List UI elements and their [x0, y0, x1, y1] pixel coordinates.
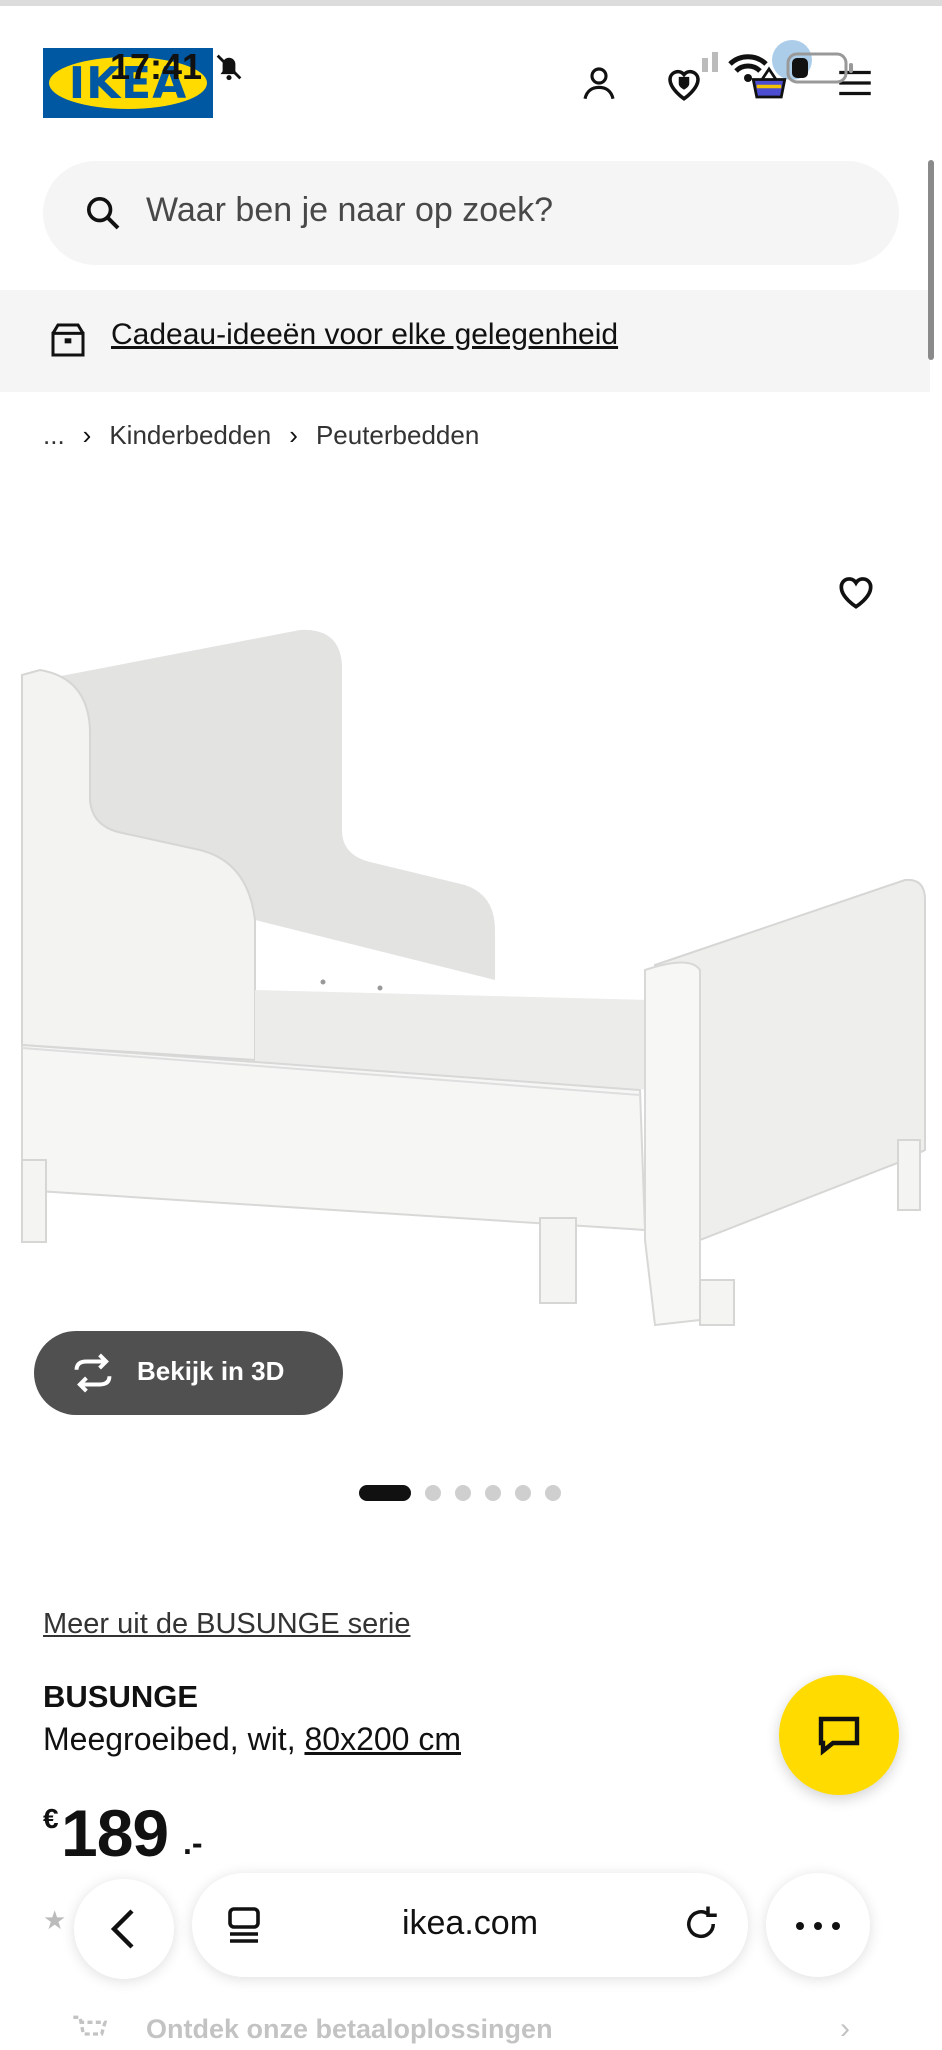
chevron-right-icon: ›: [840, 2012, 850, 2045]
gallery-dot[interactable]: [545, 1485, 561, 1501]
bell-off-icon: [216, 54, 242, 81]
breadcrumb: ... › Kinderbedden › Peuterbedden: [43, 420, 479, 451]
promo-link[interactable]: Cadeau-ideeën voor elke gelegenheid: [111, 318, 618, 352]
gallery-dot[interactable]: [455, 1485, 471, 1501]
gallery-dot[interactable]: [425, 1485, 441, 1501]
breadcrumb-ellipsis[interactable]: ...: [43, 420, 65, 451]
payment-options-row[interactable]: Ontdek onze betaaloplossingen ›: [70, 2010, 900, 2050]
more-dot: [814, 1922, 822, 1930]
breadcrumb-peuterbedden[interactable]: Peuterbedden: [316, 420, 479, 451]
price-amount: 189: [61, 1796, 169, 1870]
promo-banner[interactable]: Cadeau-ideeën voor elke gelegenheid: [0, 290, 930, 392]
rotate-3d-icon: [74, 1353, 112, 1393]
price-decimals: .-: [183, 1825, 203, 1861]
search-bar[interactable]: Waar ben je naar op zoek?: [43, 161, 899, 265]
rating-star-icon: ★: [43, 1905, 67, 1935]
product-description-text: Meegroeibed, wit,: [43, 1721, 296, 1757]
payment-options-label: Ontdek onze betaaloplossingen: [146, 2014, 553, 2044]
search-placeholder: Waar ben je naar op zoek?: [146, 191, 553, 229]
favorite-heart-icon[interactable]: [834, 570, 878, 614]
product-description: Meegroeibed, wit, 80x200 cm: [43, 1721, 461, 1758]
status-time: 17:41: [110, 46, 203, 87]
chevron-left-icon: [110, 1909, 134, 1949]
gallery-pagination[interactable]: [359, 1485, 561, 1501]
chat-bubble-icon: [818, 1716, 860, 1756]
chat-button[interactable]: [779, 1675, 899, 1795]
price-currency: €: [43, 1803, 59, 1834]
series-link[interactable]: Meer uit de BUSUNGE serie: [43, 1608, 410, 1641]
gift-box-icon: [51, 323, 85, 357]
breadcrumb-separator-icon: ›: [82, 420, 92, 450]
breadcrumb-kinderbedden[interactable]: Kinderbedden: [109, 420, 271, 451]
page-scrollbar[interactable]: [928, 160, 934, 360]
browser-address-bar[interactable]: ikea.com: [192, 1873, 748, 1977]
status-icons: [702, 52, 853, 84]
gallery-dot[interactable]: [359, 1485, 411, 1501]
gallery-dot[interactable]: [485, 1485, 501, 1501]
reload-icon[interactable]: [680, 1903, 722, 1945]
browser-more-button[interactable]: [766, 1873, 870, 1977]
more-dot: [796, 1922, 804, 1930]
size-link[interactable]: 80x200 cm: [304, 1721, 461, 1757]
view-in-3d-button[interactable]: Bekijk in 3D: [34, 1331, 343, 1415]
product-image[interactable]: [0, 500, 942, 1380]
search-icon: [87, 197, 120, 230]
top-edge: [0, 0, 942, 6]
more-dot: [832, 1922, 840, 1930]
account-icon[interactable]: [578, 62, 620, 104]
view-in-3d-label: Bekijk in 3D: [137, 1356, 285, 1386]
product-name: BUSUNGE: [43, 1679, 199, 1714]
breadcrumb-separator-icon: ›: [289, 420, 298, 450]
cart-icon: [73, 2015, 108, 2036]
browser-back-button[interactable]: [74, 1879, 174, 1979]
browser-url: ikea.com: [401, 1904, 539, 1942]
gallery-dot[interactable]: [515, 1485, 531, 1501]
